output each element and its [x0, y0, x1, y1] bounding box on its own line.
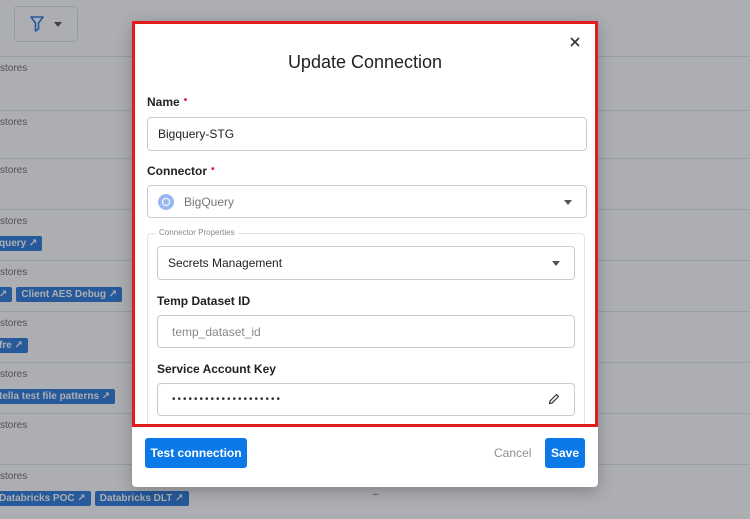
secrets-select[interactable]: Secrets Management — [157, 246, 575, 280]
save-button[interactable]: Save — [545, 438, 585, 468]
chevron-down-icon — [552, 261, 560, 266]
test-connection-button[interactable]: Test connection — [145, 438, 247, 468]
service-key-masked-value: •••••••••••••••••••• — [172, 394, 283, 405]
secrets-select-value: Secrets Management — [168, 256, 283, 270]
service-key-field[interactable]: •••••••••••••••••••• — [157, 383, 575, 416]
name-label: Name • — [147, 95, 188, 109]
connector-label: Connector • — [147, 164, 215, 178]
required-marker: • — [183, 95, 188, 106]
connector-properties-group: Connector Properties Secrets Management … — [147, 228, 585, 424]
temp-dataset-field[interactable]: temp_dataset_id — [157, 315, 575, 348]
bigquery-icon — [158, 193, 174, 210]
chevron-down-icon — [564, 199, 572, 205]
connector-properties-legend: Connector Properties — [156, 228, 238, 237]
dialog-title: Update Connection — [287, 52, 443, 72]
cancel-button[interactable]: Cancel — [494, 446, 531, 460]
service-key-label: Service Account Key — [157, 362, 276, 376]
temp-dataset-placeholder: temp_dataset_id — [172, 324, 261, 339]
dialog-body-highlight: Update Connection Name • Bigquery-STG Con… — [132, 21, 598, 427]
temp-dataset-label: Temp Dataset ID — [157, 294, 251, 308]
connector-select[interactable]: BigQuery — [147, 185, 587, 218]
name-field[interactable]: Bigquery-STG — [147, 117, 587, 151]
required-marker: • — [211, 164, 215, 175]
close-icon[interactable] — [567, 34, 583, 50]
connector-select-value: BigQuery — [184, 194, 235, 209]
name-field-value: Bigquery-STG — [158, 127, 235, 141]
pencil-icon[interactable] — [548, 393, 560, 405]
update-connection-dialog: Update Connection Name • Bigquery-STG Con… — [132, 21, 598, 487]
dialog-footer: Test connection Cancel Save — [132, 427, 598, 487]
